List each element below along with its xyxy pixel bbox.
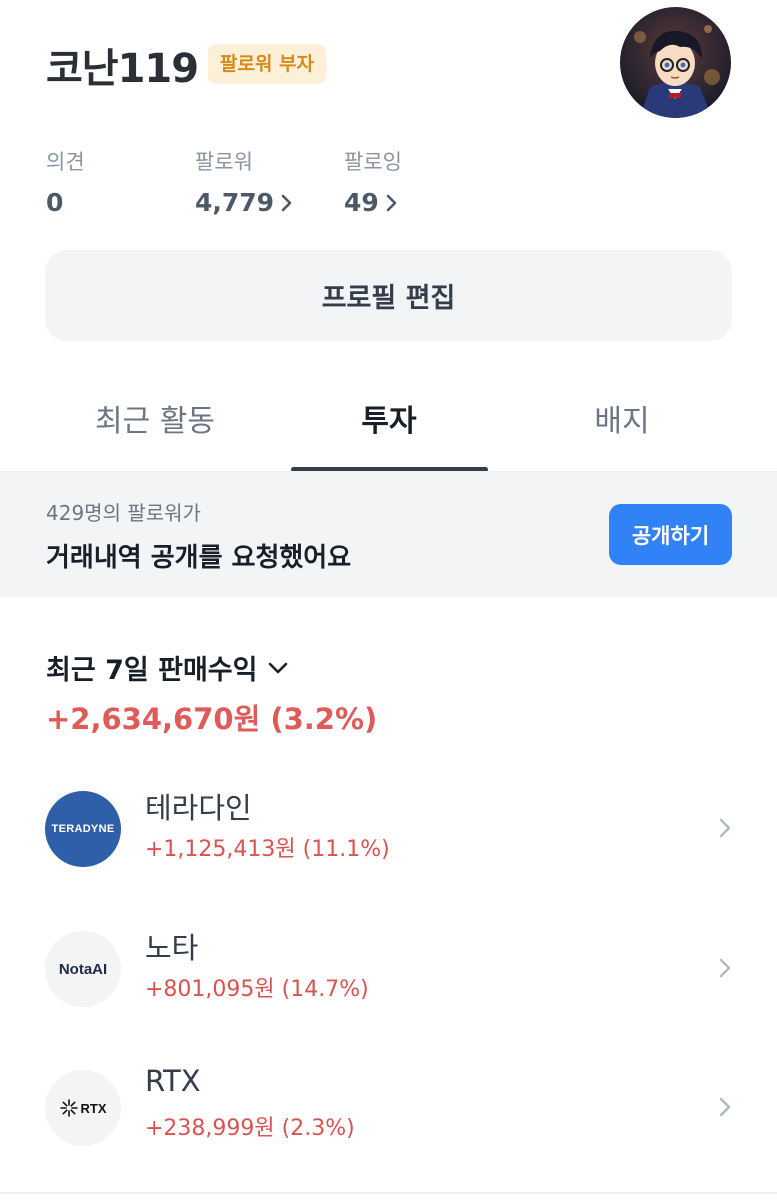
banner-title: 거래내역 공개를 요청했어요 bbox=[46, 543, 352, 573]
avatar[interactable] bbox=[620, 7, 731, 118]
stat-label: 팔로잉 bbox=[344, 150, 402, 174]
stock-name: 노타 bbox=[145, 931, 199, 965]
banner-subtitle: 429명의 팔로워가 bbox=[46, 501, 201, 525]
logo-text: TERADYNE bbox=[51, 823, 115, 835]
tab-investment[interactable]: 투자 bbox=[289, 396, 489, 440]
stock-name: RTX bbox=[145, 1064, 201, 1098]
logo-text: NotaAI bbox=[58, 960, 108, 978]
opinions-count: 0 bbox=[46, 188, 64, 217]
stock-profit: +238,999원 (2.3%) bbox=[145, 1116, 355, 1141]
chevron-right-icon bbox=[719, 958, 731, 978]
tab-badges[interactable]: 배지 bbox=[522, 396, 722, 440]
tab-recent-activity[interactable]: 최근 활동 bbox=[55, 396, 255, 440]
stock-name: 테라다인 bbox=[145, 791, 252, 825]
stat-value: 0 bbox=[46, 188, 85, 217]
follower-rich-badge: 팔로워 부자 bbox=[208, 44, 327, 84]
stock-profit: +801,095원 (14.7%) bbox=[145, 977, 369, 1002]
chevron-right-icon bbox=[386, 194, 397, 211]
stat-value: 49 bbox=[344, 188, 402, 217]
rtx-logo: RTX bbox=[45, 1070, 121, 1146]
stat-label: 팔로워 bbox=[195, 150, 253, 174]
chevron-down-icon bbox=[269, 662, 288, 673]
avatar-image bbox=[620, 7, 731, 118]
stock-profit: +1,125,413원 (11.1%) bbox=[145, 837, 390, 862]
stat-value: 4,779 bbox=[195, 188, 294, 217]
profile-name: 코난119 bbox=[46, 46, 199, 92]
followers-count: 4,779 bbox=[195, 188, 275, 217]
chevron-right-icon bbox=[281, 194, 292, 211]
stat-following[interactable]: 팔로잉 49 bbox=[344, 146, 402, 217]
edit-profile-button[interactable]: 프로필 편집 bbox=[45, 250, 732, 341]
nota-logo: NotaAI bbox=[45, 931, 121, 1007]
following-count: 49 bbox=[344, 188, 379, 217]
list-item[interactable]: NotaAI 노타 +801,095원 (14.7%) bbox=[0, 919, 777, 1019]
sales-amount: +2,634,670원 (3.2%) bbox=[46, 702, 378, 736]
divider bbox=[0, 1192, 777, 1194]
teradyne-logo: TERADYNE bbox=[45, 791, 121, 867]
stat-followers[interactable]: 팔로워 4,779 bbox=[195, 146, 294, 217]
list-item[interactable]: RTX RTX +238,999원 (2.3%) bbox=[0, 1058, 777, 1158]
sales-period-selector[interactable]: 최근 7일 판매수익 bbox=[46, 648, 289, 687]
chevron-right-icon bbox=[719, 818, 731, 838]
make-public-button[interactable]: 공개하기 bbox=[609, 504, 732, 565]
list-item[interactable]: TERADYNE 테라다인 +1,125,413원 (11.1%) bbox=[0, 779, 777, 879]
sales-title: 최근 7일 판매수익 bbox=[46, 655, 258, 686]
stat-opinions: 의견 0 bbox=[46, 146, 85, 217]
logo-text: RTX bbox=[80, 1100, 107, 1116]
chevron-right-icon bbox=[719, 1097, 731, 1117]
rtx-sunburst-icon bbox=[59, 1099, 78, 1117]
disclosure-request-banner: 429명의 팔로워가 거래내역 공개를 요청했어요 공개하기 bbox=[0, 473, 777, 597]
stat-label: 의견 bbox=[46, 150, 85, 174]
